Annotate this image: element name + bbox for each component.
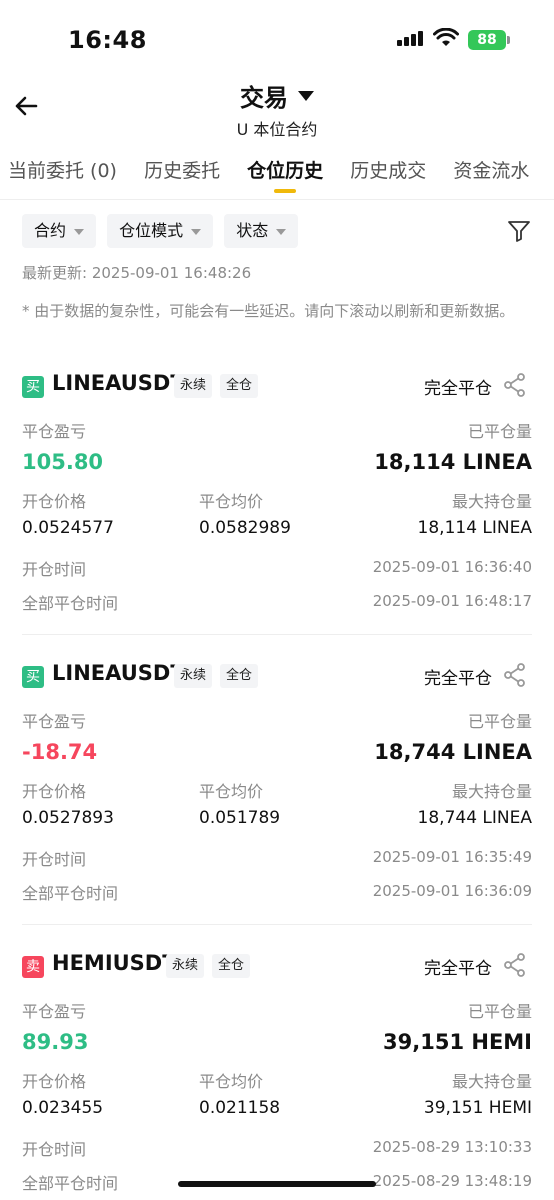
- realized-pnl-label: 平仓盈亏: [22, 422, 87, 441]
- closed-qty-label: 已平仓量: [467, 1002, 532, 1021]
- filter-contract[interactable]: 合约: [22, 214, 97, 248]
- wifi-icon: [433, 28, 459, 46]
- open-price-value: 0.023455: [22, 1098, 104, 1118]
- open-price-label: 开仓价格: [22, 1072, 87, 1091]
- battery-nub: [507, 36, 510, 44]
- realized-pnl-label: 平仓盈亏: [22, 712, 87, 731]
- full-close-time-value: 2025-09-01 16:48:17: [372, 592, 532, 610]
- closed-qty-value: 18,114 LINEA: [374, 450, 532, 474]
- tab-order-history[interactable]: 历史委托: [144, 156, 220, 183]
- filter-status-label: 状态: [236, 221, 269, 240]
- full-close-time-label: 全部平仓时间: [22, 1174, 119, 1193]
- realized-pnl-value: 105.80: [22, 450, 104, 474]
- full-close-time-label: 全部平仓时间: [22, 884, 119, 903]
- open-time-label: 开仓时间: [22, 850, 87, 869]
- home-indicator[interactable]: [178, 1181, 376, 1187]
- battery-icon: 88: [468, 30, 506, 50]
- open-time-value: 2025-09-01 16:36:40: [372, 558, 532, 576]
- avg-close-price-label: 平仓均价: [199, 1072, 264, 1091]
- filter-status[interactable]: 状态: [224, 214, 299, 248]
- title-dropdown[interactable]: 交易: [0, 78, 554, 113]
- tab-transaction-history[interactable]: 资金流水: [453, 156, 529, 183]
- signal-icon: [397, 30, 425, 46]
- tab-open-orders[interactable]: 当前委托 (0): [8, 156, 117, 183]
- card-divider: [22, 634, 532, 635]
- close-type: 完全平仓: [424, 379, 492, 399]
- max-position-value: 18,114 LINEA: [417, 518, 532, 538]
- avg-close-price-label: 平仓均价: [199, 492, 264, 511]
- filter-position-mode-label: 仓位模式: [119, 221, 184, 240]
- symbol[interactable]: LINEAUSDT: [52, 371, 185, 395]
- last-updated: 最新更新: 2025-09-01 16:48:26: [22, 264, 252, 282]
- realized-pnl-value: 89.93: [22, 1030, 89, 1054]
- share-icon[interactable]: [502, 662, 528, 688]
- full-close-time-value: 2025-09-01 16:36:09: [372, 882, 532, 900]
- closed-qty-value: 39,151 HEMI: [383, 1030, 532, 1054]
- open-price-value: 0.0524577: [22, 518, 114, 538]
- full-close-time-label: 全部平仓时间: [22, 594, 119, 613]
- caret-down-icon: [298, 90, 314, 101]
- max-position-label: 最大持仓量: [451, 492, 532, 511]
- full-close-time-value: 2025-08-29 13:48:19: [372, 1172, 532, 1190]
- open-time-label: 开仓时间: [22, 560, 87, 579]
- position-card: 买 LINEAUSDT 永续 全仓 完全平仓 平仓盈亏 已平仓量 105.80 …: [0, 370, 554, 660]
- side-badge: 买: [22, 376, 44, 398]
- closed-qty-value: 18,744 LINEA: [374, 740, 532, 764]
- open-price-label: 开仓价格: [22, 782, 87, 801]
- closed-qty-label: 已平仓量: [467, 422, 532, 441]
- open-price-value: 0.0527893: [22, 808, 114, 828]
- symbol[interactable]: LINEAUSDT: [52, 661, 185, 685]
- realized-pnl-value: -18.74: [22, 740, 98, 764]
- open-time-value: 2025-08-29 13:10:33: [372, 1138, 532, 1156]
- filter-contract-label: 合约: [34, 221, 67, 240]
- max-position-label: 最大持仓量: [451, 1072, 532, 1091]
- filter-funnel-icon[interactable]: [506, 218, 532, 244]
- caret-down-icon: [191, 228, 202, 235]
- open-price-label: 开仓价格: [22, 492, 87, 511]
- closed-qty-label: 已平仓量: [467, 712, 532, 731]
- page-title: 交易: [240, 84, 288, 112]
- caret-down-icon: [276, 228, 287, 235]
- page-subtitle: U 本位合约: [236, 120, 318, 139]
- contract-type-tag: 永续: [174, 664, 213, 688]
- caret-down-icon: [74, 228, 85, 235]
- avg-close-price-value: 0.021158: [199, 1098, 281, 1118]
- tab-trade-history[interactable]: 历史成交: [350, 156, 426, 183]
- delay-note: * 由于数据的复杂性，可能会有一些延迟。请向下滚动以刷新和更新数据。: [22, 302, 515, 320]
- avg-close-price-value: 0.0582989: [199, 518, 291, 538]
- tab-bar: 当前委托 (0) 历史委托 仓位历史 历史成交 资金流水 资: [8, 156, 554, 196]
- status-bar: 16:48 88: [0, 0, 554, 80]
- max-position-value: 18,744 LINEA: [417, 808, 532, 828]
- tab-divider: [0, 199, 554, 200]
- close-type: 完全平仓: [424, 669, 492, 689]
- open-time-value: 2025-09-01 16:35:49: [372, 848, 532, 866]
- close-type: 完全平仓: [424, 959, 492, 979]
- symbol[interactable]: HEMIUSDT: [52, 951, 177, 975]
- status-time: 16:48: [68, 26, 147, 54]
- avg-close-price-value: 0.051789: [199, 808, 281, 828]
- margin-mode-tag: 全仓: [220, 374, 259, 398]
- avg-close-price-label: 平仓均价: [199, 782, 264, 801]
- margin-mode-tag: 全仓: [212, 954, 251, 978]
- position-card: 买 LINEAUSDT 永续 全仓 完全平仓 平仓盈亏 已平仓量 -18.74 …: [0, 660, 554, 950]
- margin-mode-tag: 全仓: [220, 664, 259, 688]
- position-card: 卖 HEMIUSDT 永续 全仓 完全平仓 平仓盈亏 已平仓量 89.93 39…: [0, 950, 554, 1200]
- share-icon[interactable]: [502, 372, 528, 398]
- side-badge: 卖: [22, 956, 44, 978]
- side-badge: 买: [22, 666, 44, 688]
- tab-position-history[interactable]: 仓位历史: [247, 156, 323, 193]
- open-time-label: 开仓时间: [22, 1140, 87, 1159]
- filter-bar: 合约 仓位模式 状态: [22, 214, 304, 248]
- filter-position-mode[interactable]: 仓位模式: [107, 214, 214, 248]
- card-divider: [22, 924, 532, 925]
- max-position-value: 39,151 HEMI: [423, 1098, 532, 1118]
- contract-type-tag: 永续: [166, 954, 205, 978]
- contract-type-tag: 永续: [174, 374, 213, 398]
- share-icon[interactable]: [502, 952, 528, 978]
- realized-pnl-label: 平仓盈亏: [22, 1002, 87, 1021]
- max-position-label: 最大持仓量: [451, 782, 532, 801]
